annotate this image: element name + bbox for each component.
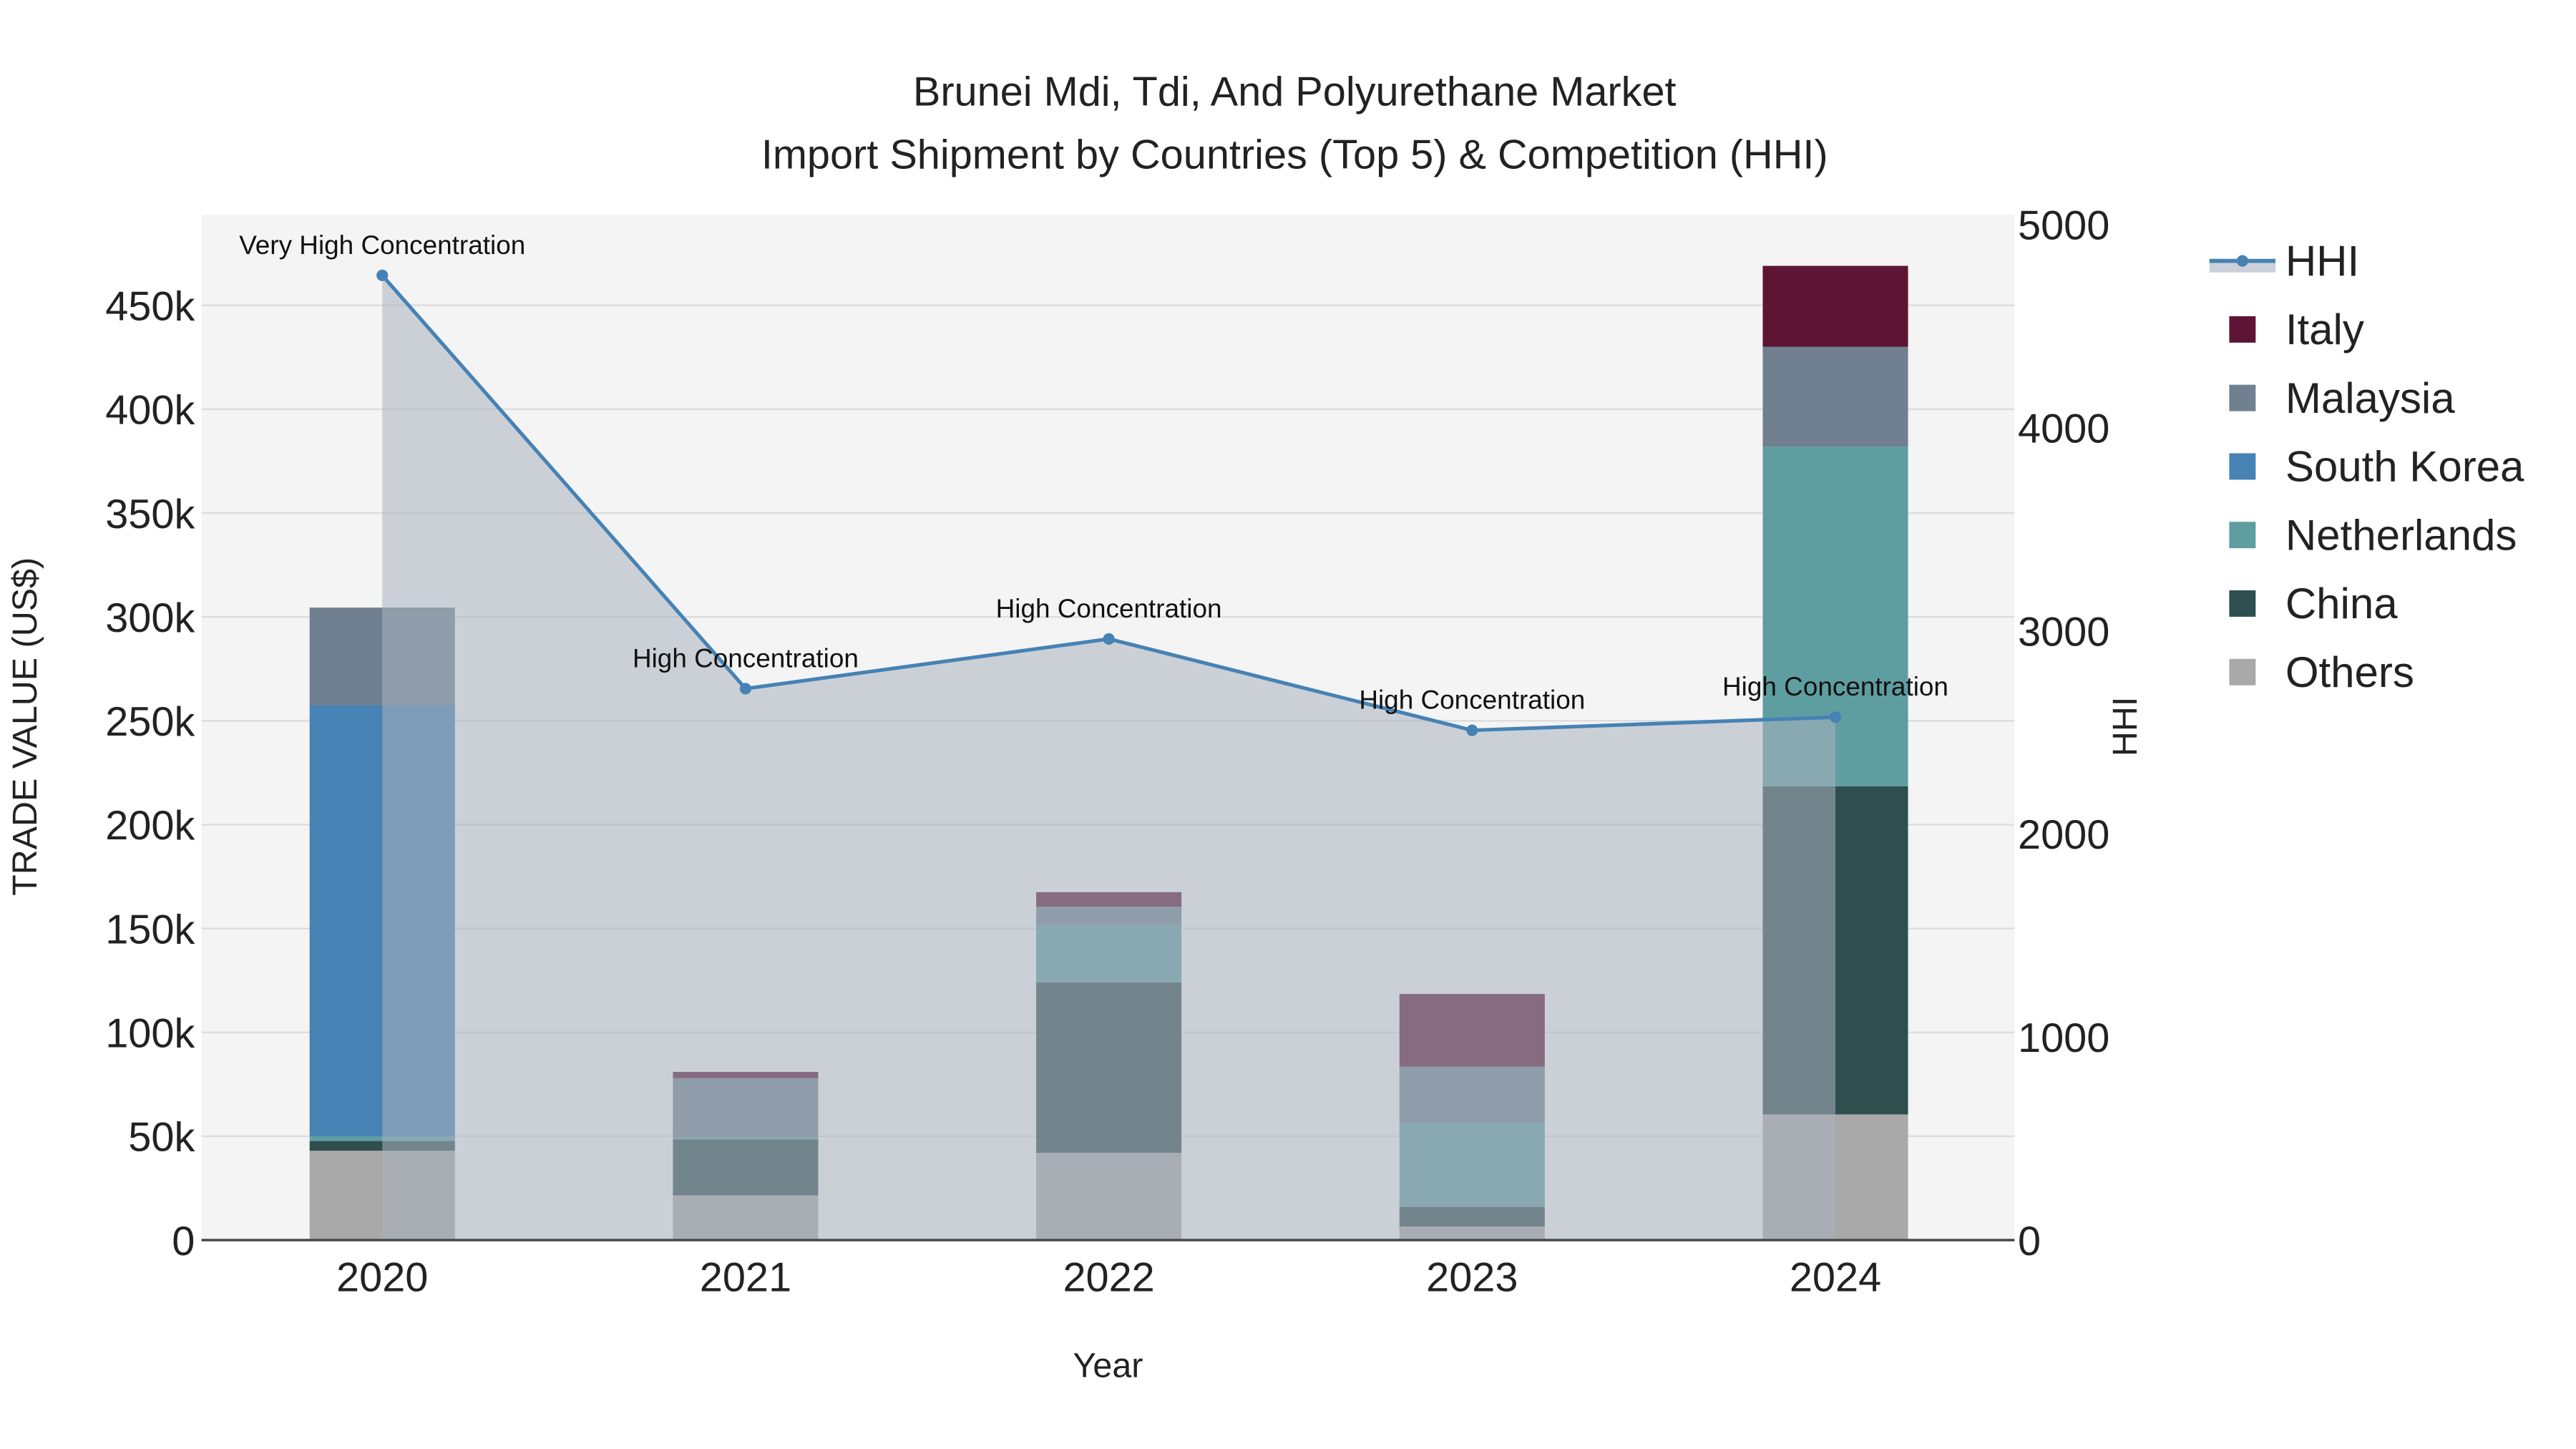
legend-label: South Korea [2285,443,2524,491]
legend-label: China [2285,580,2398,628]
legend-label: Malaysia [2285,374,2455,422]
hhi-annotation: High Concentration [996,594,1222,623]
y-tick-label: 400k [105,388,195,434]
legend-swatch [2229,453,2256,480]
hhi-annotation: High Concentration [1359,686,1585,715]
y2-tick-label: 4000 [2018,406,2109,452]
legend-item-malaysia[interactable]: Malaysia [2229,374,2455,422]
legend-label: Others [2285,648,2414,696]
hhi-annotation: Very High Concentration [239,230,525,260]
bar-italy-2024 [1762,265,1908,347]
legend-item-china[interactable]: China [2229,580,2398,628]
hhi-point-2023 [1466,724,1478,736]
legend-swatch [2229,522,2256,549]
y-axis-title: TRADE VALUE (US$) [6,557,44,896]
chart: Very High Concentration High Concentratio… [6,69,2524,1385]
x-tick-label: 2022 [1063,1255,1154,1301]
y2-tick-label: 5000 [2018,203,2109,249]
hhi-point-2024 [1829,711,1842,723]
legend-swatch [2229,316,2256,343]
legend-label: HHI [2285,237,2359,285]
chart-title-line2: Import Shipment by Countries (Top 5) & C… [761,132,1828,177]
y-tick-label: 150k [105,907,195,952]
legend-item-hhi[interactable]: HHI [2209,237,2359,285]
y-tick-label: 450k [105,283,195,329]
legend-swatch [2229,658,2256,686]
legend-swatch [2229,384,2256,411]
legend: HHI Italy Malaysia South Korea Netherlands Ch… [2209,237,2524,696]
x-tick-label: 2024 [1790,1255,1881,1301]
hhi-annotation: High Concentration [1722,672,1948,701]
x-tick-label: 2023 [1426,1255,1518,1301]
hhi-point-2021 [739,683,751,695]
y2-tick-label: 2000 [2018,812,2109,858]
y-tick-label: 250k [105,699,195,745]
y2-tick-label: 0 [2018,1219,2041,1264]
chart-title-line1: Brunei Mdi, Tdi, And Polyurethane Market [913,69,1677,115]
legend-item-netherlands[interactable]: Netherlands [2229,511,2517,559]
y-tick-label: 300k [105,595,195,641]
y-tick-label: 200k [105,803,195,849]
legend-item-others[interactable]: Others [2229,648,2414,696]
hhi-annotation: High Concentration [633,643,859,673]
y2-tick-label: 3000 [2018,609,2109,655]
bar-malaysia-2024 [1762,346,1908,447]
legend-swatch [2236,255,2248,267]
y2-axis-title: HHI [2106,697,2145,756]
y-tick-label: 0 [172,1219,195,1264]
x-tick-label: 2021 [700,1255,791,1301]
legend-item-south-korea[interactable]: South Korea [2229,443,2524,491]
y-tick-label: 50k [128,1115,195,1161]
y-tick-label: 100k [105,1011,195,1057]
legend-label: Netherlands [2285,511,2517,559]
hhi-point-2020 [376,269,389,281]
y2-tick-label: 1000 [2018,1015,2109,1061]
legend-swatch [2229,590,2256,617]
legend-item-italy[interactable]: Italy [2229,306,2364,353]
x-axis-title: Year [1073,1347,1143,1385]
y-tick-label: 350k [105,492,195,537]
legend-label: Italy [2285,306,2364,353]
hhi-point-2022 [1103,633,1115,645]
x-tick-label: 2020 [336,1255,428,1301]
